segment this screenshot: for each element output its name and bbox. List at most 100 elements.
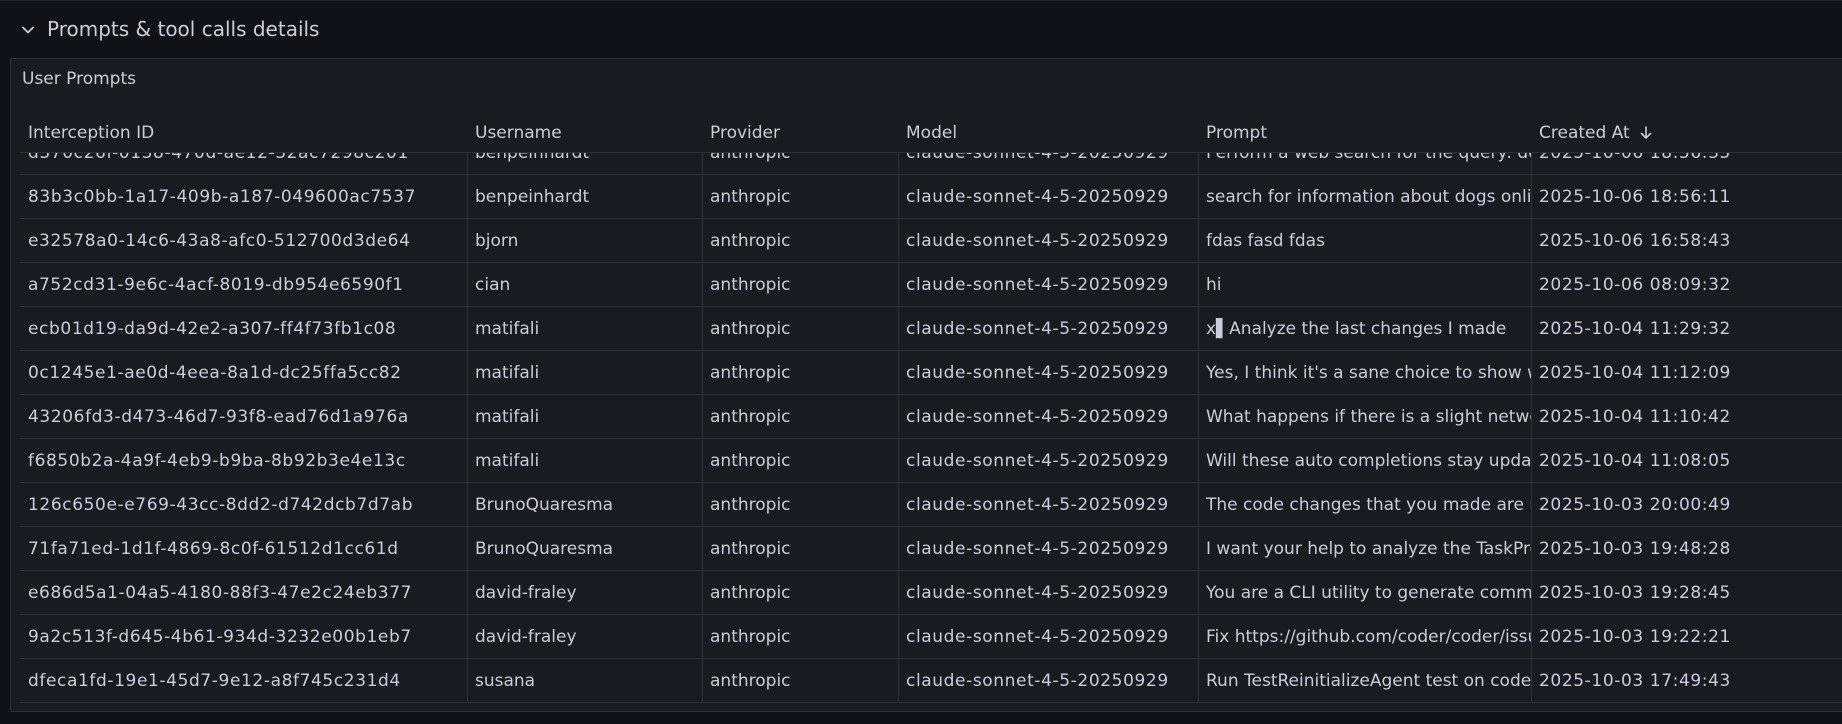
- cell-username: cian: [475, 275, 511, 295]
- column-divider: [1531, 175, 1532, 219]
- cell-interception-id: a752cd31-9e6c-4acf-8019-db954e6590f1: [28, 275, 404, 295]
- cell-username: benpeinhardt: [475, 187, 590, 207]
- cell-username: BrunoQuaresma: [475, 495, 614, 515]
- column-divider: [1531, 395, 1532, 439]
- cell-provider: anthropic: [710, 363, 791, 383]
- cell-prompt: Yes, I think it's a sane choice to show …: [1206, 363, 1531, 383]
- column-divider: [1198, 615, 1199, 659]
- column-header-created-at[interactable]: Created At: [1539, 123, 1652, 145]
- column-divider: [702, 483, 703, 527]
- cell-provider: anthropic: [710, 275, 791, 295]
- table-row[interactable]: f6850b2a-4a9f-4eb9-b9ba-8b92b3e4e13c mati…: [20, 439, 1842, 483]
- column-header-model[interactable]: Model: [906, 123, 957, 143]
- column-divider: [467, 571, 468, 615]
- cell-created-at: 2025-10-03 19:22:21: [1539, 627, 1731, 647]
- column-divider: [1198, 395, 1199, 439]
- cell-prompt: x▌Analyze the last changes I made: [1206, 319, 1507, 339]
- table-row[interactable]: 9a2c513f-d645-4b61-934d-3232e00b1eb7 davi…: [20, 615, 1842, 659]
- cell-model: claude-sonnet-4-5-20250929: [906, 583, 1169, 603]
- column-header-username[interactable]: Username: [475, 123, 562, 143]
- cell-interception-id: e32578a0-14c6-43a8-afc0-512700d3de64: [28, 231, 411, 251]
- cell-username: david-fraley: [475, 583, 577, 603]
- column-divider: [1198, 571, 1199, 615]
- table-row[interactable]: d370c26f-0138-470d-ae12-32ac7298c201 benp…: [20, 152, 1842, 175]
- column-header-interception-id[interactable]: Interception ID: [28, 123, 154, 143]
- cell-prompt: I want your help to analyze the TaskProm: [1206, 539, 1531, 559]
- column-divider: [467, 219, 468, 263]
- cell-model: claude-sonnet-4-5-20250929: [906, 407, 1169, 427]
- table-row[interactable]: e686d5a1-04a5-4180-88f3-47e2c24eb377 davi…: [20, 571, 1842, 615]
- column-divider: [898, 219, 899, 263]
- column-divider: [898, 659, 899, 703]
- column-divider: [898, 351, 899, 395]
- cell-prompt: What happens if there is a slight networ…: [1206, 407, 1531, 427]
- cell-interception-id: 0c1245e1-ae0d-4eea-8a1d-dc25ffa5cc82: [28, 363, 402, 383]
- column-divider: [467, 175, 468, 219]
- table-header: Interception ID Username Provider Model …: [20, 111, 1842, 153]
- table-row[interactable]: dfeca1fd-19e1-45d7-9e12-a8f745c231d4 susa…: [20, 659, 1842, 703]
- cell-model: claude-sonnet-4-5-20250929: [906, 231, 1169, 251]
- dashboard-row-header[interactable]: Prompts & tool calls details: [0, 0, 1842, 59]
- column-divider: [1531, 263, 1532, 307]
- cell-prompt: search for information about dogs online: [1206, 187, 1531, 207]
- column-divider: [898, 307, 899, 351]
- column-divider: [702, 219, 703, 263]
- table-row[interactable]: 83b3c0bb-1a17-409b-a187-049600ac7537 benp…: [20, 175, 1842, 219]
- table-row[interactable]: 0c1245e1-ae0d-4eea-8a1d-dc25ffa5cc82 mati…: [20, 351, 1842, 395]
- cell-provider: anthropic: [710, 319, 791, 339]
- table-body[interactable]: d370c26f-0138-470d-ae12-32ac7298c201 benp…: [20, 152, 1842, 706]
- cell-interception-id: dfeca1fd-19e1-45d7-9e12-a8f745c231d4: [28, 671, 401, 691]
- cell-prompt: You are a CLI utility to generate commit…: [1206, 583, 1531, 603]
- column-header-prompt[interactable]: Prompt: [1206, 123, 1267, 143]
- column-divider: [1531, 219, 1532, 263]
- cell-prompt: Will these auto completions stay updated: [1206, 451, 1531, 471]
- column-divider: [1198, 219, 1199, 263]
- row-title[interactable]: Prompts & tool calls details: [47, 17, 319, 41]
- cell-created-at: 2025-10-06 16:58:43: [1539, 231, 1731, 251]
- cell-username: matifali: [475, 363, 540, 383]
- column-divider: [1531, 571, 1532, 615]
- table-row[interactable]: 126c650e-e769-43cc-8dd2-d742dcb7d7ab Brun…: [20, 483, 1842, 527]
- cell-username: susana: [475, 671, 536, 691]
- column-divider: [467, 395, 468, 439]
- column-divider: [702, 439, 703, 483]
- user-prompts-panel: User Prompts Interception ID Username Pr…: [10, 58, 1842, 712]
- cell-username: matifali: [475, 407, 540, 427]
- table-row[interactable]: 43206fd3-d473-46d7-93f8-ead76d1a976a mati…: [20, 395, 1842, 439]
- table-rows: d370c26f-0138-470d-ae12-32ac7298c201 benp…: [20, 152, 1842, 703]
- cell-interception-id: 43206fd3-d473-46d7-93f8-ead76d1a976a: [28, 407, 409, 427]
- cell-interception-id: 71fa71ed-1d1f-4869-8c0f-61512d1cc61d: [28, 539, 399, 559]
- column-divider: [702, 571, 703, 615]
- table-row[interactable]: 71fa71ed-1d1f-4869-8c0f-61512d1cc61d Brun…: [20, 527, 1842, 571]
- column-divider: [702, 395, 703, 439]
- cell-username: benpeinhardt: [475, 152, 590, 163]
- column-header-provider[interactable]: Provider: [710, 123, 780, 143]
- cell-created-at: 2025-10-04 11:08:05: [1539, 451, 1731, 471]
- cell-prompt: hi: [1206, 275, 1222, 295]
- arrow-down-icon: [1640, 125, 1652, 145]
- cell-username: matifali: [475, 319, 540, 339]
- column-divider: [467, 615, 468, 659]
- column-divider: [1531, 439, 1532, 483]
- column-divider: [1531, 527, 1532, 571]
- chevron-down-icon[interactable]: [20, 19, 36, 41]
- column-divider: [898, 483, 899, 527]
- column-divider: [1531, 351, 1532, 395]
- column-divider: [467, 527, 468, 571]
- column-divider: [702, 175, 703, 219]
- cell-interception-id: f6850b2a-4a9f-4eb9-b9ba-8b92b3e4e13c: [28, 451, 406, 471]
- column-divider: [1198, 659, 1199, 703]
- cell-model: claude-sonnet-4-5-20250929: [906, 363, 1169, 383]
- column-divider: [1198, 175, 1199, 219]
- cell-created-at: 2025-10-06 08:09:32: [1539, 275, 1731, 295]
- column-divider: [467, 307, 468, 351]
- table-row[interactable]: e32578a0-14c6-43a8-afc0-512700d3de64 bjor…: [20, 219, 1842, 263]
- table-row[interactable]: a752cd31-9e6c-4acf-8019-db954e6590f1 cian…: [20, 263, 1842, 307]
- table-row[interactable]: ecb01d19-da9d-42e2-a307-ff4f73fb1c08 mati…: [20, 307, 1842, 351]
- column-divider: [1531, 483, 1532, 527]
- cell-username: matifali: [475, 451, 540, 471]
- cell-created-at: 2025-10-04 11:29:32: [1539, 319, 1731, 339]
- column-divider: [1198, 307, 1199, 351]
- cell-provider: anthropic: [710, 152, 791, 163]
- cell-interception-id: 83b3c0bb-1a17-409b-a187-049600ac7537: [28, 187, 417, 207]
